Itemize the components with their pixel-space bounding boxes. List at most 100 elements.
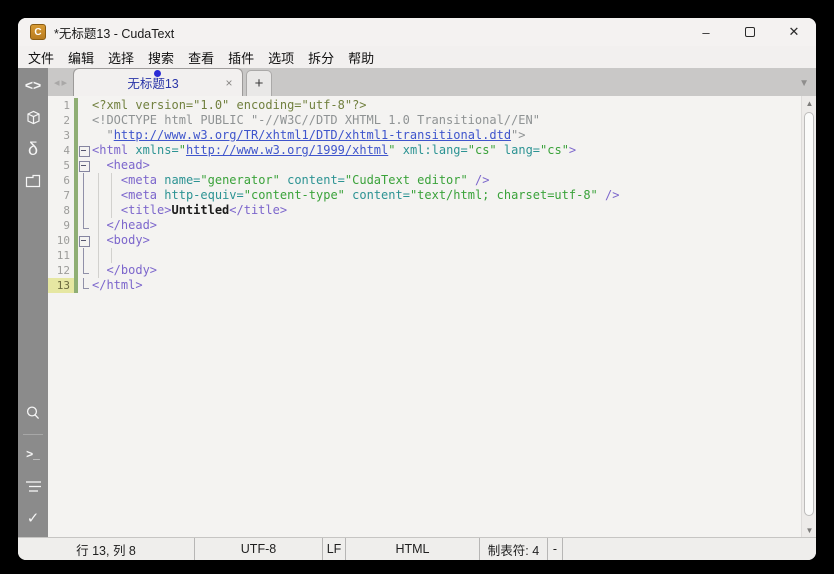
indent-guide: [98, 218, 99, 233]
line-number[interactable]: 12: [48, 263, 74, 278]
code-line[interactable]: 3 "http://www.w3.org/TR/xhtml1/DTD/xhtml…: [48, 128, 801, 143]
code-line[interactable]: 7 <meta http-equiv="content-type" conten…: [48, 188, 801, 203]
maximize-icon: [745, 27, 755, 37]
editor-area[interactable]: 1 <?xml version="1.0" encoding="utf-8"?> 2…: [48, 96, 816, 537]
line-number[interactable]: 8: [48, 203, 74, 218]
line-number[interactable]: 2: [48, 113, 74, 128]
tab-untitled13[interactable]: 无标题13 ×: [73, 68, 244, 96]
line-number[interactable]: 13: [48, 278, 74, 293]
indent-guide: [111, 248, 112, 263]
list-icon-svg: [25, 480, 41, 492]
search-icon-svg: [26, 406, 40, 420]
tab-nav-right-icon[interactable]: ▸: [62, 76, 70, 89]
tab-nav-left-icon[interactable]: ◂: [54, 76, 62, 89]
fold-marker: [78, 263, 90, 278]
tab-label: 无标题13: [127, 77, 179, 91]
terminal-icon[interactable]: >_: [18, 441, 48, 467]
status-cell-3[interactable]: HTML: [346, 538, 480, 560]
menu-item-4[interactable]: 查看: [181, 46, 221, 69]
status-cell-1[interactable]: UTF-8: [195, 538, 323, 560]
line-number[interactable]: 10: [48, 233, 74, 248]
indent-guide: [98, 263, 99, 278]
indent-guide: [111, 188, 112, 203]
app-window: C *无标题13 - CudaText – ✕ 文件 编辑 选择 搜索 查看 插件 选项 拆分…: [18, 18, 816, 560]
fold-marker: [78, 188, 90, 203]
code-text: <html xmlns="http://www.w3.org/1999/xhtm…: [92, 143, 577, 157]
menu-item-0[interactable]: 文件: [21, 46, 61, 69]
scroll-down-icon[interactable]: ▼: [802, 523, 816, 537]
tab-modified-dot: [154, 70, 162, 77]
window-title: *无标题13 - CudaText: [54, 26, 175, 41]
status-cell-2[interactable]: LF: [323, 538, 346, 560]
menu-item-7[interactable]: 拆分: [301, 46, 341, 69]
maximize-button[interactable]: [728, 18, 772, 46]
fold-toggle-icon[interactable]: [78, 158, 90, 173]
status-cell-4[interactable]: 制表符: 4: [480, 538, 548, 560]
search-icon[interactable]: [18, 400, 48, 426]
folder-icon[interactable]: [18, 168, 48, 194]
code-line[interactable]: 1 <?xml version="1.0" encoding="utf-8"?>: [48, 98, 801, 113]
line-number[interactable]: 1: [48, 98, 74, 113]
code-text: </html>: [92, 278, 143, 292]
delta-icon[interactable]: δ: [18, 136, 48, 162]
line-number[interactable]: 9: [48, 218, 74, 233]
package-icon[interactable]: [18, 104, 48, 130]
menu-item-6[interactable]: 选项: [261, 46, 301, 69]
tab-close-icon[interactable]: ×: [222, 76, 242, 90]
indent-guide: [98, 233, 99, 248]
indent-guide: [111, 203, 112, 218]
line-number[interactable]: 6: [48, 173, 74, 188]
tab-list-dropdown-icon[interactable]: ▼: [799, 78, 809, 89]
code-line[interactable]: 11: [48, 248, 801, 263]
fold-marker: [78, 98, 90, 113]
fold-toggle-icon[interactable]: [78, 233, 90, 248]
code-line[interactable]: 12 </body>: [48, 263, 801, 278]
scrollbar-thumb[interactable]: [804, 112, 814, 516]
fold-toggle-icon[interactable]: [78, 143, 90, 158]
vertical-scrollbar[interactable]: ▲ ▼: [801, 96, 816, 537]
code-line[interactable]: 9 </head>: [48, 218, 801, 233]
app-icon: C: [30, 24, 46, 40]
code-icon[interactable]: <>: [18, 72, 48, 98]
line-number[interactable]: 7: [48, 188, 74, 203]
menu-bar: 文件 编辑 选择 搜索 查看 插件 选项 拆分 帮助: [18, 46, 816, 68]
scroll-up-icon[interactable]: ▲: [802, 96, 816, 110]
indent-guide: [98, 248, 99, 263]
code-line[interactable]: 4 <html xmlns="http://www.w3.org/1999/xht…: [48, 143, 801, 158]
menu-item-5[interactable]: 插件: [221, 46, 261, 69]
title-bar[interactable]: C *无标题13 - CudaText – ✕: [18, 18, 816, 46]
new-tab-button[interactable]: +: [246, 70, 273, 96]
line-number[interactable]: 4: [48, 143, 74, 158]
code-line[interactable]: 5 <head>: [48, 158, 801, 173]
status-cell-0[interactable]: 行 13, 列 8: [18, 538, 195, 560]
tab-nav-arrows[interactable]: ◂ ▸: [48, 68, 73, 96]
line-number[interactable]: 11: [48, 248, 74, 263]
menu-item-3[interactable]: 搜索: [141, 46, 181, 69]
package-icon-svg: [26, 110, 40, 124]
menu-item-1[interactable]: 编辑: [61, 46, 101, 69]
fold-marker: [78, 113, 90, 128]
menu-item-8[interactable]: 帮助: [341, 46, 381, 69]
code-text: [90, 248, 801, 263]
check-icon[interactable]: ✓: [18, 505, 48, 531]
code-text: </body>: [90, 263, 801, 278]
line-number[interactable]: 3: [48, 128, 74, 143]
code-line[interactable]: 2 <!DOCTYPE html PUBLIC "-//W3C//DTD XHTM…: [48, 113, 801, 128]
code-text: </head>: [90, 218, 801, 233]
sidebar: <> δ >_ ✓: [18, 68, 48, 537]
code-line[interactable]: 13 </html>: [48, 278, 801, 293]
fold-marker: [78, 218, 90, 233]
status-cell-5[interactable]: -: [548, 538, 563, 560]
code-line[interactable]: 6 <meta name="generator" content="CudaTe…: [48, 173, 801, 188]
code-line[interactable]: 10 <body>: [48, 233, 801, 248]
indent-guide: [98, 173, 99, 188]
code-text: <body>: [90, 233, 801, 248]
minimize-button[interactable]: –: [684, 18, 728, 46]
menu-item-2[interactable]: 选择: [101, 46, 141, 69]
code-line[interactable]: 8 <title>Untitled</title>: [48, 203, 801, 218]
close-button[interactable]: ✕: [772, 18, 816, 46]
line-number[interactable]: 5: [48, 158, 74, 173]
list-icon[interactable]: [18, 473, 48, 499]
indent-guide: [111, 173, 112, 188]
code-text: <title>Untitled</title>: [90, 203, 801, 218]
